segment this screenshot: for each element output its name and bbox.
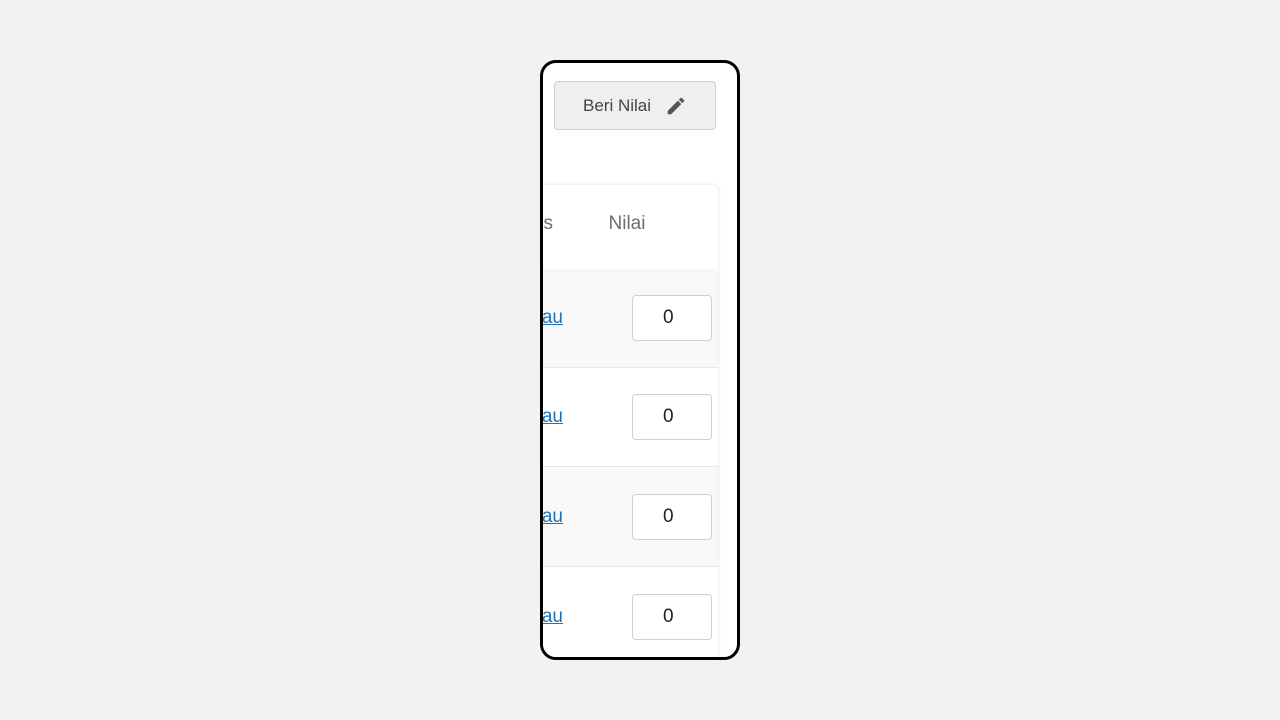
table-row: au (543, 269, 718, 368)
row-link[interactable]: au (543, 606, 563, 628)
pencil-icon (665, 95, 687, 117)
table-row: au (543, 568, 718, 657)
table-header: s Nilai (543, 185, 718, 270)
table-row: au (543, 368, 718, 467)
viewport: Beri Nilai s Nilai au au au (543, 63, 737, 657)
score-input[interactable] (632, 394, 712, 440)
device-frame: Beri Nilai s Nilai au au au (540, 60, 740, 660)
table-row: au (543, 468, 718, 567)
column-header-nilai: Nilai (608, 213, 646, 234)
row-link[interactable]: au (543, 307, 563, 329)
row-link[interactable]: au (543, 506, 563, 528)
column-header-cut: s (543, 213, 554, 234)
score-input[interactable] (632, 494, 712, 540)
grade-button[interactable]: Beri Nilai (554, 81, 716, 130)
grades-table: s Nilai au au au au (543, 185, 718, 657)
row-link[interactable]: au (543, 406, 563, 428)
score-input[interactable] (632, 594, 712, 640)
score-input[interactable] (632, 295, 712, 341)
grade-button-label: Beri Nilai (582, 95, 652, 115)
